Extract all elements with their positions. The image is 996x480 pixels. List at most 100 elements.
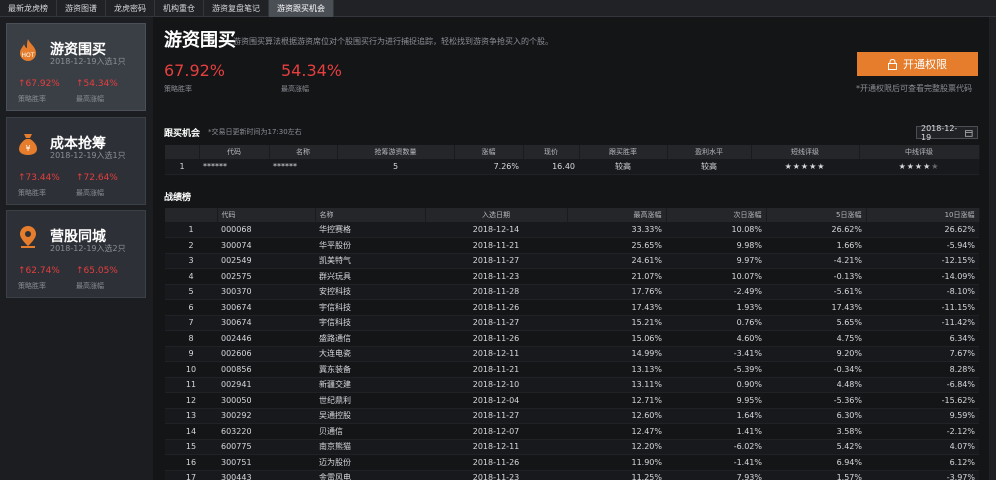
svg-text:HOT: HOT (22, 52, 35, 59)
follow-col-header: 抢筹游资数量 (337, 145, 455, 159)
change-percent: 7.26% (454, 159, 523, 175)
record-row[interactable]: 16 300751 迈为股份 2018-11-26 11.90% -1.41% 6.94% 6… (165, 454, 979, 471)
next-day-rise: 10.07% (666, 268, 766, 285)
selected-date: 2018-11-27 (425, 315, 567, 331)
record-row[interactable]: 5 300370 安控科技 2018-11-28 17.76% -2.49% -5.61% -… (165, 284, 979, 300)
open-permission-button[interactable]: 开通权限 (857, 52, 978, 76)
five-day-rise: 1.57% (766, 470, 866, 480)
card-win-rate-label: 策略胜率 (18, 95, 46, 103)
card-win-rate-label: 策略胜率 (18, 189, 46, 197)
record-row[interactable]: 15 600775 南京熊猫 2018-12-11 12.20% -6.02% 5.42% 4… (165, 439, 979, 455)
card-max-rise: ↑72.64% (76, 173, 118, 183)
page-title: 游资围买 (164, 30, 236, 51)
five-day-rise: 5.42% (766, 439, 866, 455)
record-row[interactable]: 4 002575 群兴玩具 2018-11-23 21.07% 10.07% -0.13% -… (165, 268, 979, 285)
stock-code: 603220 (217, 423, 315, 440)
stock-name: 盛路通信 (315, 330, 425, 347)
ten-day-rise: -8.10% (866, 284, 979, 300)
selected-date: 2018-12-14 (425, 222, 567, 238)
row-index: 7 (165, 315, 217, 331)
record-row[interactable]: 13 300292 吴通控股 2018-11-27 12.60% 1.64% 6.30% 9.… (165, 408, 979, 424)
stock-name: 大连电瓷 (315, 346, 425, 362)
max-rise-label: 最高涨幅 (281, 85, 309, 93)
max-rise: 12.60% (567, 408, 666, 424)
record-row[interactable]: 9 002606 大连电瓷 2018-12-11 14.99% -3.41% 9.20% 7.… (165, 346, 979, 362)
record-row[interactable]: 1 000068 华控赛格 2018-12-14 33.33% 10.08% 26.62% 2… (165, 222, 979, 238)
max-rise: 15.06% (567, 330, 666, 347)
next-day-rise: 0.90% (666, 377, 766, 393)
stock-name: 群兴玩具 (315, 268, 425, 285)
row-index: 17 (165, 470, 217, 480)
ten-day-rise: 6.12% (866, 454, 979, 471)
record-row[interactable]: 10 000856 冀东装备 2018-11-21 13.13% -5.39% -0.34%… (165, 361, 979, 378)
record-row[interactable]: 14 603220 贝通信 2018-12-07 12.47% 1.41% 3.58% -2.… (165, 423, 979, 440)
next-day-rise: 0.76% (666, 315, 766, 331)
five-day-rise: 5.65% (766, 315, 866, 331)
short-rating-stars: ★★★★★ (751, 159, 859, 175)
follow-win-rate: 较高 (579, 159, 667, 175)
max-rise: 13.13% (567, 361, 666, 378)
row-index: 12 (165, 392, 217, 409)
tab-0[interactable]: 最新龙虎榜 (0, 0, 57, 17)
max-rise: 25.65% (567, 237, 666, 254)
ten-day-rise: -11.15% (866, 299, 979, 316)
date-value: 2018-12-19 (921, 123, 958, 142)
record-row[interactable]: 7 300674 宇信科技 2018-11-27 15.21% 0.76% 5.65% -11… (165, 315, 979, 331)
stock-code: 002941 (217, 377, 315, 393)
ten-day-rise: -14.09% (866, 268, 979, 285)
stock-code: 002606 (217, 346, 315, 362)
next-day-rise: -6.02% (666, 439, 766, 455)
row-index: 1 (165, 222, 217, 238)
stock-name: 迈为股份 (315, 454, 425, 471)
next-day-rise: 1.64% (666, 408, 766, 424)
next-day-rise: 9.95% (666, 392, 766, 409)
card-max-rise-label: 最高涨幅 (76, 189, 104, 197)
record-row[interactable]: 8 002446 盛路通信 2018-11-26 15.06% 4.60% 4.75% 6.3… (165, 330, 979, 347)
five-day-rise: 17.43% (766, 299, 866, 316)
record-table: 代码 名称 入选日期 最高涨幅 次日涨幅 5日涨幅 10日涨幅 1 000068 华控赛格 201… (165, 208, 980, 480)
row-index: 16 (165, 454, 217, 471)
record-col-header: 最高涨幅 (567, 208, 667, 222)
max-rise: 17.43% (567, 299, 666, 316)
open-permission-note: *开通权限后可查看完整股票代码 (856, 84, 972, 93)
stock-name: 凯美特气 (315, 253, 425, 269)
svg-text:¥: ¥ (25, 144, 30, 153)
five-day-rise: -4.21% (766, 253, 866, 269)
card-chengben-qiangchou[interactable]: ¥ 成本抢筹 2018-12-19入选1只 ↑73.44% 策略胜率 ↑72.6… (6, 117, 146, 205)
next-day-rise: 9.98% (666, 237, 766, 254)
max-rise: 11.90% (567, 454, 666, 471)
selected-date: 2018-11-27 (425, 253, 567, 269)
stock-name: 贝通信 (315, 423, 425, 440)
record-row[interactable]: 2 300074 华平股份 2018-11-21 25.65% 9.98% 1.66% -5.… (165, 237, 979, 254)
stock-name: 金雷风电 (315, 470, 425, 480)
record-col-header: 10日涨幅 (866, 208, 980, 222)
record-row[interactable]: 6 300674 宇信科技 2018-11-26 17.43% 1.93% 17.43% -1… (165, 299, 979, 316)
open-permission-label: 开通权限 (903, 58, 947, 71)
record-col-header: 名称 (315, 208, 426, 222)
date-picker[interactable]: 2018-12-19 (916, 123, 978, 142)
card-win-rate-label: 策略胜率 (18, 282, 46, 290)
tab-2[interactable]: 龙虎密码 (106, 0, 155, 17)
stock-code: 000068 (217, 222, 315, 238)
vertical-scrollbar[interactable] (989, 17, 996, 480)
tab-4[interactable]: 游资复盘笔记 (204, 0, 269, 17)
follow-row[interactable]: 1 ****** ****** 5 7.26% 16.40 较高 较高 ★★★★… (165, 159, 979, 175)
ten-day-rise: 4.07% (866, 439, 979, 455)
record-row[interactable]: 11 002941 新疆交建 2018-12-10 13.11% 0.90% 4.48% -6… (165, 377, 979, 393)
follow-col-header: 中线评级 (859, 145, 980, 159)
card-yinggu-tongcheng[interactable]: 营股同城 2018-12-19入选2只 ↑62.74% 策略胜率 ↑65.05%… (6, 210, 146, 298)
follow-col-header: 盈利水平 (667, 145, 752, 159)
stock-name: 世纪鼎利 (315, 392, 425, 409)
tab-5[interactable]: 游资跟买机会 (269, 0, 334, 17)
record-row[interactable]: 17 300443 金雷风电 2018-11-23 11.25% 7.93% 1.57% -3… (165, 470, 979, 480)
ten-day-rise: 8.28% (866, 361, 979, 378)
five-day-rise: 9.20% (766, 346, 866, 362)
record-row[interactable]: 12 300050 世纪鼎利 2018-12-04 12.71% 9.95% -5.36% -… (165, 392, 979, 409)
tab-3[interactable]: 机构重仓 (155, 0, 204, 17)
stock-code: ****** (199, 159, 269, 175)
tab-1[interactable]: 游资图谱 (57, 0, 106, 17)
record-row[interactable]: 3 002549 凯美特气 2018-11-27 24.61% 9.97% -4.21% -1… (165, 253, 979, 269)
card-subtitle: 2018-12-19入选1只 (50, 151, 126, 160)
current-price: 16.40 (523, 159, 579, 175)
card-youzi-weimai[interactable]: HOT 游资围买 2018-12-19入选1只 ↑67.92% 策略胜率 ↑54… (6, 23, 146, 111)
